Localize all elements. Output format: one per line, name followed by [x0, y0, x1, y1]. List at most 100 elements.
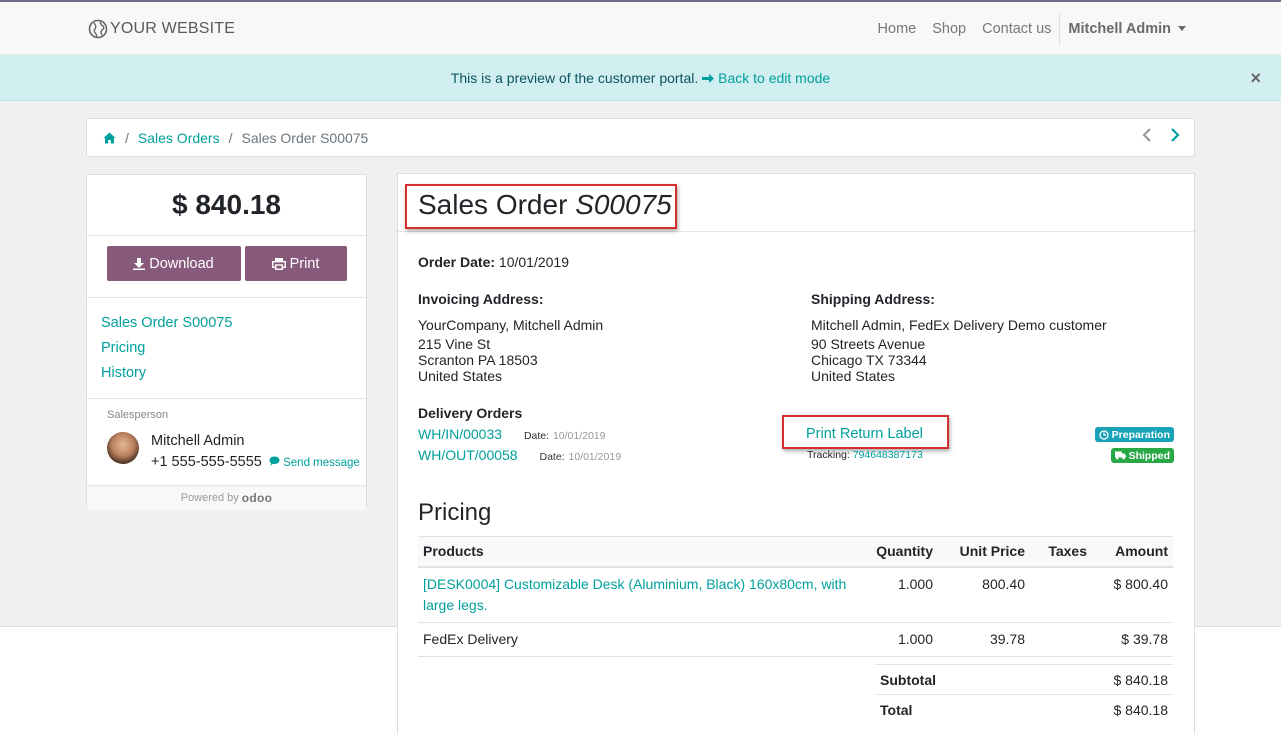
quantity-cell: 1.000 — [868, 566, 938, 623]
print-label: Print — [289, 255, 320, 272]
salesperson-phone-row: +1 555-555-5555 Send message — [151, 454, 360, 470]
column-header-quantity: Quantity — [868, 536, 938, 568]
download-icon — [133, 257, 146, 270]
column-header-amount: Amount — [1092, 536, 1173, 568]
order-amount: $ 840.18 — [172, 189, 281, 220]
tracking-number-link[interactable]: 794648387173 — [853, 449, 923, 461]
action-buttons: Download Print — [87, 246, 366, 281]
shipping-line: 90 Streets Avenue — [811, 336, 926, 352]
pricing-table: Products Quantity Unit Price Taxes Amoun… — [418, 536, 1173, 657]
salesperson-label: Salesperson — [107, 409, 169, 421]
chevron-right-icon[interactable] — [1170, 128, 1180, 145]
sidebar-link-sales-order[interactable]: Sales Order S00075 — [101, 313, 352, 338]
salesperson-phone: +1 555-555-5555 — [151, 454, 262, 470]
column-header-products: Products — [418, 536, 868, 568]
delivery-ref-link[interactable]: WH/IN/00033 — [418, 426, 502, 442]
print-icon — [271, 257, 286, 270]
back-to-edit-link[interactable]: Back to edit mode — [702, 70, 830, 86]
odoo-logo[interactable]: odoo — [242, 491, 273, 505]
arrow-right-icon — [702, 73, 715, 83]
nav-menu: Home Shop Contact us Mitchell Admin — [862, 2, 1186, 55]
divider — [87, 235, 366, 236]
invoicing-line: YourCompany, Mitchell Admin — [418, 317, 604, 333]
order-date-label: Order Date: — [418, 254, 496, 270]
user-menu[interactable]: Mitchell Admin — [1068, 21, 1186, 37]
invoicing-address-label: Invoicing Address: — [418, 291, 544, 307]
breadcrumb-sales-orders[interactable]: Sales Orders — [138, 130, 220, 146]
status-badge: Shipped — [1110, 448, 1174, 463]
nav-home[interactable]: Home — [878, 21, 917, 37]
column-header-taxes: Taxes — [1030, 536, 1092, 568]
breadcrumb: / Sales Orders / Sales Order S00075 — [86, 118, 1195, 157]
print-button[interactable]: Print — [244, 246, 347, 281]
order-date-value: 10/01/2019 — [498, 254, 569, 270]
page-title-text: Sales Order — [418, 189, 568, 220]
brand-name: YOUR WEBSITE — [110, 20, 236, 37]
powered-by-text: Powered by — [180, 492, 239, 504]
shipping-line: Mitchell Admin, FedEx Delivery Demo cust… — [811, 317, 1107, 333]
back-to-edit-label: Back to edit mode — [718, 69, 831, 86]
home-icon[interactable] — [103, 132, 116, 144]
download-button[interactable]: Download — [106, 246, 241, 281]
invoicing-line: 215 Vine St — [418, 336, 491, 352]
invoicing-line: Scranton PA 18503 — [418, 352, 538, 368]
status-badge-label: Preparation — [1111, 428, 1170, 441]
alert-text: This is a preview of the customer portal… — [450, 69, 699, 86]
breadcrumb-separator: / — [125, 129, 129, 146]
subtotal-value: $ 840.18 — [1025, 664, 1173, 695]
column-header-unit-price: Unit Price — [938, 536, 1030, 568]
page-title: Sales Order S00075 — [418, 189, 672, 221]
table-row: FedEx Delivery 1.000 39.78 $ 39.78 — [418, 622, 1173, 657]
tracking-row: Tracking: 794648387173 — [807, 449, 923, 461]
delivery-row: WH/OUT/00058 Date: 10/01/2019 — [418, 447, 621, 463]
shipping-address-label: Shipping Address: — [811, 291, 935, 307]
unit-price-cell: 800.40 — [938, 566, 1030, 623]
product-cell: FedEx Delivery — [418, 622, 868, 657]
close-icon[interactable]: × — [1250, 68, 1261, 89]
shipping-address: Shipping Address: Mitchell Admin, FedEx … — [811, 291, 1107, 384]
total-label: Total — [875, 694, 1026, 725]
nav-contact[interactable]: Contact us — [982, 21, 1051, 37]
tracking-label: Tracking: — [807, 449, 850, 461]
total-row: Total $ 840.18 — [875, 694, 1173, 725]
total-value: $ 840.18 — [1025, 694, 1173, 725]
print-return-label-link[interactable]: Print Return Label — [806, 426, 923, 442]
subtotal-label: Subtotal — [875, 664, 1026, 695]
powered-by-footer: Powered by odoo — [87, 486, 366, 510]
navbar: YOUR WEBSITE Home Shop Contact us Mitche… — [0, 2, 1281, 55]
sidebar-link-pricing[interactable]: Pricing — [101, 338, 352, 363]
user-name: Mitchell Admin — [1068, 20, 1171, 37]
delivery-date-label: Date: — [523, 430, 550, 442]
totals-table: Subtotal $ 840.18 Total $ 840.18 — [875, 664, 1173, 725]
clock-icon — [1098, 429, 1109, 440]
breadcrumb-current: Sales Order S00075 — [241, 129, 369, 146]
sidebar: $ 840.18 Download Print Sales Order S000… — [86, 174, 367, 510]
sidebar-link-history[interactable]: History — [101, 363, 352, 388]
quantity-cell: 1.000 — [868, 622, 938, 657]
send-message-link[interactable]: Send message — [269, 456, 360, 469]
delivery-ref-link[interactable]: WH/OUT/00058 — [418, 447, 518, 463]
taxes-cell — [1030, 566, 1092, 623]
delivery-row: WH/IN/00033 Date: 10/01/2019 — [418, 426, 606, 442]
shipping-line: Chicago TX 73344 — [811, 352, 927, 368]
send-message-label: Send message — [283, 457, 360, 469]
shipping-line: United States — [811, 368, 896, 384]
nav-shop[interactable]: Shop — [932, 21, 966, 37]
preview-alert: This is a preview of the customer portal… — [0, 55, 1281, 101]
table-header-row: Products Quantity Unit Price Taxes Amoun… — [418, 536, 1173, 568]
brand-logo[interactable]: YOUR WEBSITE — [88, 19, 235, 39]
order-panel: Sales Order S00075 Order Date: 10/01/201… — [397, 173, 1195, 734]
product-link[interactable]: [DESK0004] Customizable Desk (Aluminium,… — [423, 576, 846, 613]
avatar — [107, 432, 139, 464]
order-number: S00075 — [575, 189, 672, 220]
delivery-date-label: Date: — [539, 451, 565, 463]
status-badge: Preparation — [1094, 427, 1174, 442]
nav-divider — [1059, 12, 1061, 45]
amount-cell: $ 39.78 — [1092, 622, 1173, 657]
caret-down-icon — [1178, 26, 1186, 31]
chevron-left-icon[interactable] — [1142, 128, 1152, 145]
delivery-orders-title: Delivery Orders — [418, 405, 523, 421]
product-cell: [DESK0004] Customizable Desk (Aluminium,… — [418, 566, 868, 623]
comment-icon — [269, 456, 280, 466]
unit-price-cell: 39.78 — [938, 622, 1030, 657]
